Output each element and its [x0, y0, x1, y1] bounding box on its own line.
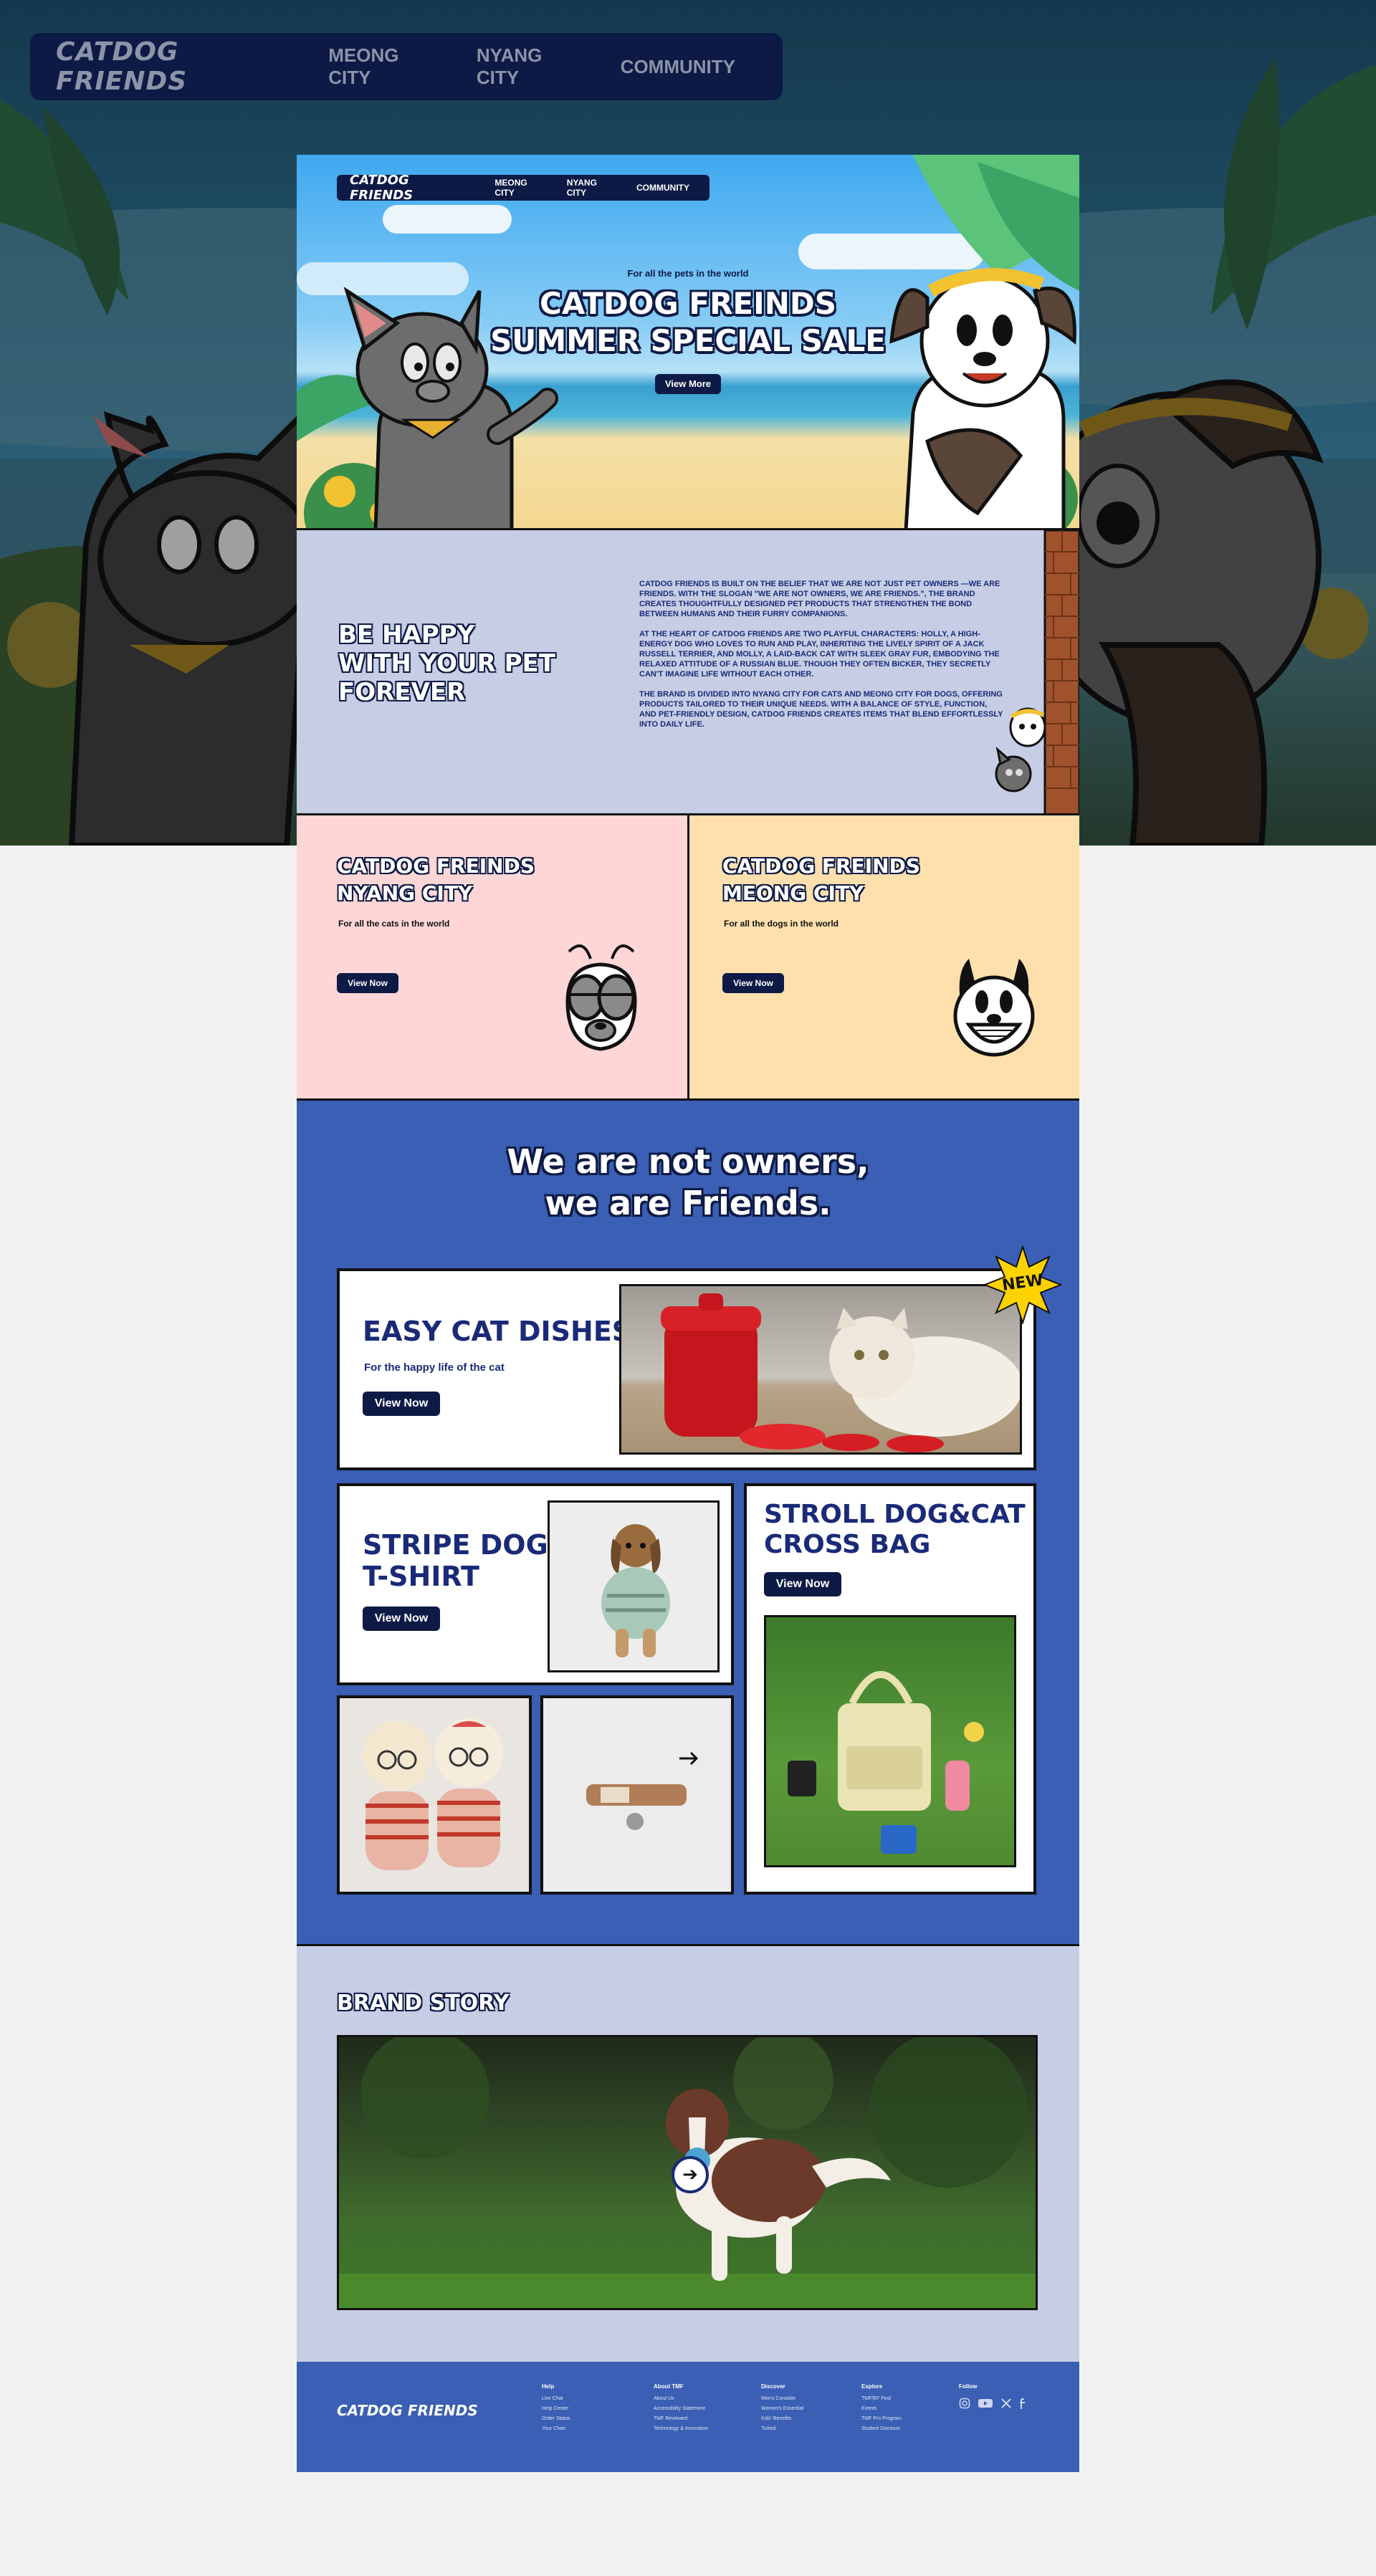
about-paragraph-2: AT THE HEART OF CATDOG FRIENDS ARE TWO P… [639, 630, 1000, 679]
play-arrow-button[interactable]: ➔ [672, 2156, 709, 2193]
footer-heading-help: Help [542, 2383, 555, 2390]
site-footer: CATDOG FRIENDS Help Live Chat Help Cente… [297, 2362, 1079, 2472]
footer-link[interactable]: Technology & Innovation [654, 2426, 708, 2431]
stripe-tshirt-card[interactable]: STRIPE DOG T-SHIRT View Now [337, 1483, 734, 1685]
hero-banner: CATDOG FRIENDS MEONG CITY NYANG CITY COM… [297, 155, 1079, 530]
footer-link[interactable]: Events [861, 2406, 876, 2411]
bag-title-line2: CROSS BAG [764, 1530, 931, 1559]
meong-city-title-line2: MEONG CITY [722, 881, 864, 905]
brand-story-section: BRAND STORY ➔ [297, 1946, 1079, 2362]
about-heading-line3: FOREVER [338, 678, 466, 707]
top-nav-link-nyang-city[interactable]: NYANG CITY [477, 44, 573, 89]
footer-link[interactable]: TMF/EF Find [861, 2396, 891, 2401]
bag-photo [764, 1615, 1016, 1867]
instagram-icon[interactable] [959, 2398, 970, 2409]
products-section: We are not owners, we are Friends. EASY … [297, 1101, 1079, 1946]
footer-heading-follow: Follow [959, 2383, 978, 2390]
footer-link[interactable]: Order Status [542, 2416, 570, 2421]
peeking-characters-illustration [995, 707, 1046, 793]
brand-story-video[interactable]: ➔ [337, 2035, 1038, 2310]
arrow-right-icon [679, 1751, 699, 1766]
tshirt-photo-illustration [601, 1524, 670, 1657]
footer-link[interactable]: TMF Reviewed [654, 2416, 687, 2421]
collar-photo-card[interactable] [540, 1695, 734, 1895]
cat-dishes-photo-illustration [661, 1293, 1020, 1452]
footer-heading-about: About TMF [654, 2383, 684, 2390]
nyang-city-title-line2: NYANG CITY [337, 881, 473, 905]
arrow-right-icon: ➔ [682, 2163, 698, 2185]
bag-photo-illustration [788, 1671, 984, 1854]
nyang-city-card: CATDOG FREINDS NYANG CITY For all the ca… [297, 815, 689, 1101]
cat-dishes-photo [619, 1284, 1022, 1455]
about-paragraph-1: CATDOG FRIENDS IS BUILT ON THE BELIEF TH… [639, 580, 1000, 618]
hero-nav-link-meong-city[interactable]: MEONG CITY [494, 178, 546, 198]
about-paragraph-3: THE BRAND IS DIVIDED INTO NYANG CITY FOR… [639, 690, 1003, 729]
nyang-city-title-line1: CATDOG FREINDS [337, 854, 535, 878]
social-icons [959, 2398, 1026, 2409]
nyang-city-view-button[interactable]: View Now [337, 973, 398, 993]
meong-city-view-button[interactable]: View Now [722, 973, 784, 993]
meong-city-card: CATDOG FREINDS MEONG CITY For all the do… [689, 815, 1079, 1101]
footer-link[interactable]: Women's Essential [761, 2406, 803, 2411]
hero-nav-logo[interactable]: CATDOG FRIENDS [350, 173, 470, 203]
top-nav-logo[interactable]: CATDOG FRIENDS [56, 37, 281, 96]
hero-title-line1: CATDOG FREINDS [540, 286, 836, 321]
footer-link[interactable]: Help Center [542, 2406, 568, 2411]
poodles-photo-illustration [340, 1698, 529, 1892]
footer-link[interactable]: Ticked [761, 2426, 775, 2431]
hero-nav-link-nyang-city[interactable]: NYANG CITY [567, 178, 616, 198]
footer-link[interactable]: TMF Pro Program [861, 2416, 902, 2421]
cat-dishes-card[interactable]: EASY CAT DISHES For the happy life of th… [337, 1268, 1036, 1470]
footer-heading-discover: Discover [761, 2383, 785, 2390]
footer-link[interactable]: About Us [654, 2396, 674, 2401]
about-text: CATDOG FRIENDS IS BUILT ON THE BELIEF TH… [639, 579, 1005, 729]
poodles-photo-card[interactable] [337, 1695, 532, 1895]
top-nav-link-community[interactable]: COMMUNITY [621, 56, 735, 78]
products-heading-line2: we are Friends. [545, 1184, 831, 1222]
hero-title-line2: SUMMER SPECIAL SALE [490, 323, 886, 358]
top-nav-bar: CATDOG FRIENDS MEONG CITY NYANG CITY COM… [30, 33, 783, 100]
about-heading-line1: BE HAPPY [338, 621, 475, 649]
footer-link[interactable]: Kids' Benefits [761, 2416, 791, 2421]
new-badge: NEW [983, 1244, 1063, 1326]
footer-link[interactable]: Live Chat [542, 2396, 563, 2401]
facebook-icon[interactable] [1019, 2398, 1026, 2409]
meong-city-title-line1: CATDOG FREINDS [722, 854, 920, 878]
cat-face-icon [565, 944, 637, 1051]
stroll-bag-card[interactable]: STROLL DOG&CAT CROSS BAG View Now [744, 1483, 1036, 1895]
nyang-city-subtitle: For all the cats in the world [338, 919, 450, 929]
hero-nav-bar: CATDOG FRIENDS MEONG CITY NYANG CITY COM… [337, 173, 710, 203]
cat-dishes-view-button[interactable]: View Now [363, 1392, 440, 1416]
footer-link[interactable]: Men's Consider [761, 2396, 796, 2401]
cat-dishes-subtitle: For the happy life of the cat [364, 1361, 505, 1374]
tshirt-view-button[interactable]: View Now [363, 1607, 440, 1631]
products-heading-line1: We are not owners, [507, 1142, 869, 1181]
about-heading-line2: WITH YOUR PET [338, 649, 555, 678]
dog-face-icon [953, 959, 1035, 1057]
bag-view-button[interactable]: View Now [764, 1572, 841, 1596]
footer-logo[interactable]: CATDOG FRIENDS [337, 2402, 478, 2419]
hero-tagline: For all the pets in the world [627, 268, 749, 279]
tshirt-photo [548, 1500, 720, 1672]
tshirt-title-line1: STRIPE DOG [363, 1529, 548, 1561]
brand-story-heading: BRAND STORY [337, 1991, 510, 2016]
meong-city-subtitle: For all the dogs in the world [724, 919, 839, 929]
youtube-icon[interactable] [978, 2398, 993, 2409]
tshirt-title-line2: T-SHIRT [363, 1561, 479, 1592]
hero-view-more-button[interactable]: View More [655, 374, 721, 394]
footer-link[interactable]: Accessibility Statement [654, 2406, 705, 2411]
top-nav-link-meong-city[interactable]: MEONG CITY [328, 44, 429, 89]
bag-title-line1: STROLL DOG&CAT [764, 1500, 1026, 1529]
hero-nav-link-community[interactable]: COMMUNITY [636, 183, 689, 193]
footer-link[interactable]: Your Chart [542, 2426, 565, 2431]
collar-photo-illustration [543, 1698, 731, 1892]
footer-heading-explore: Explore [861, 2383, 883, 2390]
x-icon[interactable] [1000, 2398, 1012, 2409]
about-section: BE HAPPY WITH YOUR PET FOREVER CATDOG FR… [297, 530, 1079, 815]
cat-dishes-title: EASY CAT DISHES [363, 1316, 632, 1347]
footer-link[interactable]: Student Discount [861, 2426, 899, 2431]
